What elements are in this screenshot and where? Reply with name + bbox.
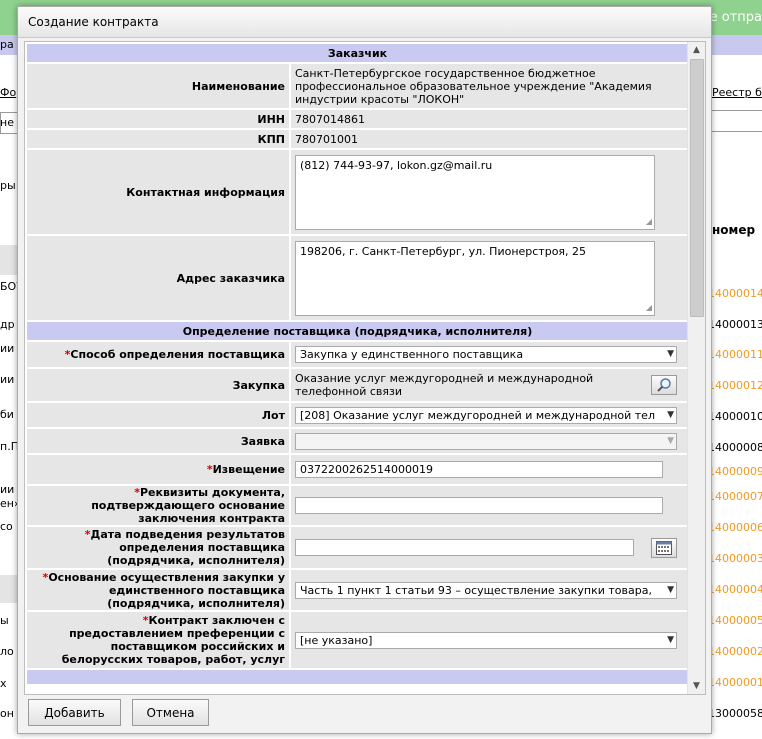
vertical-scrollbar[interactable]: ▲ ▼	[687, 42, 705, 694]
inn-label: ИНН	[27, 110, 289, 128]
bg-fragment: х	[0, 677, 7, 690]
customer-address-text: 198206, г. Санкт-Петербург, ул. Пионерст…	[300, 244, 587, 258]
bg-fragment: би	[0, 408, 14, 421]
bid-select[interactable]: ▼	[295, 432, 677, 450]
contract-form: Заказчик Наименование Санкт-Петербургско…	[25, 42, 688, 686]
form-scroll-area: Заказчик Наименование Санкт-Петербургско…	[25, 42, 688, 694]
bg-fragment: ло	[0, 645, 14, 658]
bg-row-number[interactable]: 14000006	[708, 521, 762, 534]
inn-value: 7807014861	[291, 110, 688, 128]
preference-select[interactable]: [не указано] ▼	[295, 631, 677, 649]
bg-row-number[interactable]: 14000012	[708, 379, 762, 392]
bg-row-number[interactable]: 13000058	[708, 707, 762, 720]
bg-row-number[interactable]: 14000011	[708, 348, 762, 361]
scrollbar-thumb[interactable]	[690, 59, 704, 317]
preference-select-value: [не указано]	[300, 633, 373, 647]
chevron-down-icon: ▼	[667, 349, 674, 359]
basis-label: Основание осуществления закупки у единст…	[48, 570, 285, 610]
bg-link-registry[interactable]: Реестр б	[712, 86, 762, 99]
cancel-button[interactable]: Отмена	[132, 699, 209, 726]
lot-select[interactable]: [208] Оказание услуг междугородней и меж…	[295, 406, 677, 424]
add-button[interactable]: Добавить	[28, 699, 121, 726]
bg-row-number[interactable]: 14000007	[708, 490, 762, 503]
address-label: Адрес заказчика	[27, 236, 289, 320]
bg-fragment: ии	[0, 373, 15, 386]
method-select-value: Закупка у единственного поставщика	[300, 348, 524, 361]
bg-fragment: ы	[0, 614, 9, 627]
kpp-value: 780701001	[291, 130, 688, 148]
notice-input[interactable]: 0372200262514000019	[295, 461, 663, 478]
chevron-down-icon: ▼	[667, 435, 674, 446]
bg-fragment: он	[0, 707, 14, 720]
bg-column-header: номер	[712, 223, 756, 237]
doc-label: Реквизиты документа, подтверждающего осн…	[91, 486, 285, 525]
lot-select-value: [208] Оказание услуг междугородней и меж…	[300, 408, 655, 422]
method-select[interactable]: Закупка у единственного поставщика ▼	[295, 346, 677, 363]
resize-grip-icon[interactable]: ◢	[646, 215, 652, 228]
bid-label: Заявка	[27, 429, 289, 453]
create-contract-dialog: Создание контракта Заказчик Наименование…	[17, 6, 712, 734]
name-label: Наименование	[27, 64, 289, 108]
kpp-label: КПП	[27, 130, 289, 148]
bg-top-bar-text: е отпра	[709, 10, 762, 25]
contact-label: Контактная информация	[27, 150, 289, 234]
method-label: Способ определения поставщика	[70, 348, 285, 361]
bg-row-number[interactable]: 14000002	[708, 645, 762, 658]
resize-grip-icon[interactable]: ◢	[646, 301, 652, 314]
bg-fragment: ии	[0, 483, 15, 496]
basis-select-value: Часть 1 пункт 1 статьи 93 – осуществлени…	[300, 583, 652, 597]
bg-row-number[interactable]: 14000003	[708, 552, 762, 565]
bg-row-number[interactable]: 14000004	[708, 583, 762, 596]
bg-band-text: ра	[0, 38, 14, 51]
supplier-section-header: Определение поставщика (подрядчика, испо…	[27, 322, 688, 340]
calendar-icon	[656, 540, 672, 555]
name-value: Санкт-Петербургское государственное бюдж…	[291, 64, 688, 108]
bg-row-number[interactable]: 14000005	[708, 614, 762, 627]
lot-label: Лот	[27, 403, 289, 427]
bg-fragment: не	[0, 116, 14, 129]
bg-fragment: ры	[0, 179, 16, 192]
bg-row-number[interactable]: 14000010	[708, 410, 762, 423]
chevron-down-icon: ▼	[667, 409, 674, 420]
customer-address-textarea[interactable]: 198206, г. Санкт-Петербург, ул. Пионерст…	[295, 240, 655, 316]
scroll-up-icon[interactable]: ▲	[688, 42, 705, 58]
next-section-header	[27, 670, 688, 684]
basis-select[interactable]: Часть 1 пункт 1 статьи 93 – осуществлени…	[295, 581, 677, 599]
scroll-down-icon[interactable]: ▼	[688, 678, 705, 694]
result-date-input[interactable]	[295, 539, 634, 556]
bg-row-number[interactable]: 14000014	[708, 287, 762, 300]
date-label: Дата подведения результатов определения …	[90, 528, 285, 567]
bg-input-right[interactable]	[710, 110, 762, 132]
bg-row-number[interactable]: 14000001	[708, 676, 762, 689]
bg-fragment: др	[0, 318, 15, 331]
purchase-label: Закупка	[27, 369, 289, 401]
bg-fragment: со	[0, 520, 13, 533]
bg-link-left[interactable]: Фо	[0, 86, 16, 99]
notice-label: Извещение	[212, 463, 285, 476]
dialog-title-bar[interactable]: Создание контракта	[18, 7, 711, 38]
purchase-value: Оказание услуг междугородней и междунаро…	[295, 372, 594, 398]
doc-details-input[interactable]	[295, 497, 663, 514]
dialog-title: Создание контракта	[28, 15, 159, 29]
purchase-search-button[interactable]	[651, 375, 677, 395]
bg-fragment: ии	[0, 342, 15, 355]
chevron-down-icon: ▼	[667, 634, 674, 645]
chevron-down-icon: ▼	[667, 584, 674, 595]
preference-label: Контракт заключен с предоставлением преф…	[61, 614, 285, 666]
bg-row-number[interactable]: 14000013	[708, 318, 762, 331]
contact-info-textarea[interactable]: (812) 744-93-97, lokon.gz@mail.ru ◢	[295, 154, 655, 230]
contact-info-text: (812) 744-93-97, lokon.gz@mail.ru	[300, 158, 493, 172]
bg-row-number[interactable]: 14000009	[708, 465, 762, 478]
search-icon	[657, 378, 671, 392]
bg-row-number[interactable]: 14000008	[708, 441, 762, 454]
dialog-footer: Добавить Отмена	[18, 695, 711, 733]
date-picker-button[interactable]	[651, 537, 677, 558]
customer-section-header: Заказчик	[27, 44, 688, 62]
dialog-content: Заказчик Наименование Санкт-Петербургско…	[24, 41, 706, 695]
